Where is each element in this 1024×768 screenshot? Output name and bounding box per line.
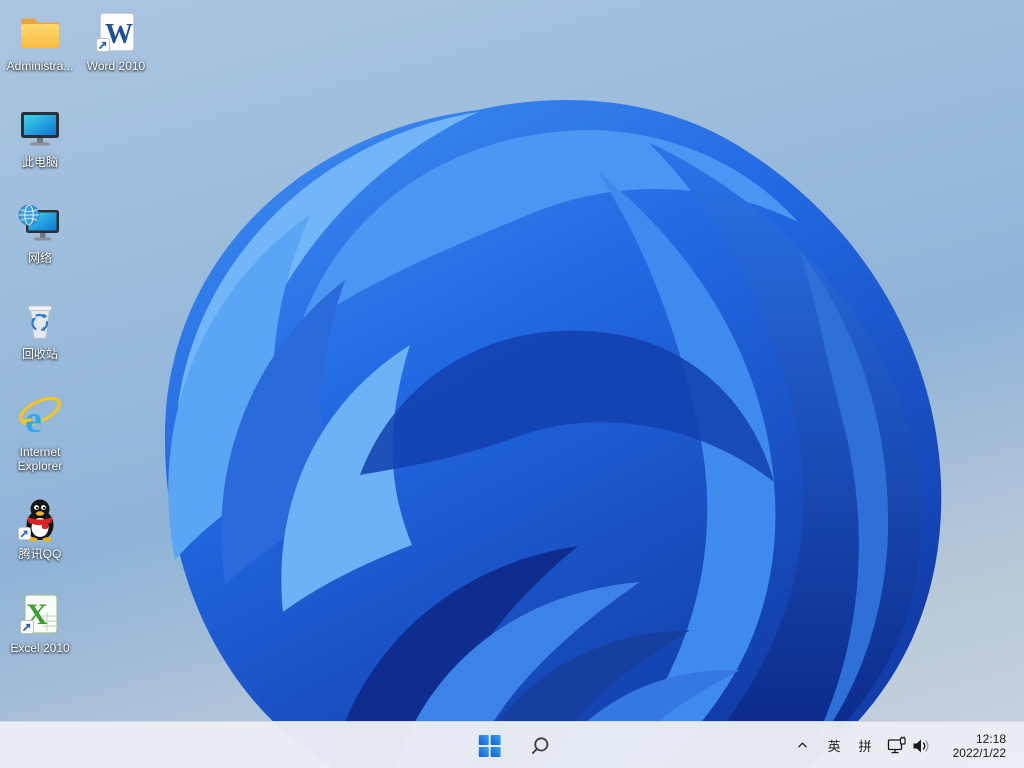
qq-penguin-icon xyxy=(18,499,54,542)
monitor-icon xyxy=(21,112,59,146)
icon-label: 网络 xyxy=(27,251,52,265)
icon-label: 回收站 xyxy=(21,347,58,361)
desktop-icon-internet-explorer[interactable]: e Internet Explorer xyxy=(2,394,78,473)
excel-icon: X xyxy=(20,594,58,634)
ime-language-button[interactable]: 英 xyxy=(819,726,850,766)
desktop-icon-administrator[interactable]: Administra... xyxy=(2,8,78,73)
desktop-icon-word-2010[interactable]: W Word 2010 xyxy=(78,8,154,73)
desktop-icon-excel-2010[interactable]: X Excel 2010 xyxy=(2,590,78,655)
search-icon xyxy=(531,736,549,754)
internet-explorer-icon: e xyxy=(19,396,61,441)
clock-time: 12:18 xyxy=(975,731,1006,746)
folder-icon xyxy=(21,18,59,48)
icon-label: Administra... xyxy=(6,59,74,73)
word-icon: W xyxy=(96,12,135,52)
speaker-volume-icon xyxy=(913,739,929,752)
icon-label: 此电脑 xyxy=(21,155,58,169)
desktop: Administra... W Word 2010 此电脑 网络 回收站 e I… xyxy=(0,0,1024,768)
tray-overflow-button[interactable] xyxy=(786,726,819,766)
icon-label: Internet Explorer xyxy=(17,445,63,473)
wallpaper-bloom xyxy=(164,100,942,768)
search-button[interactable] xyxy=(520,726,560,766)
taskbar: 英 拼 12:18 2022/1/22 xyxy=(0,721,1024,768)
desktop-icon-network[interactable]: 网络 xyxy=(2,200,78,265)
icon-label: Word 2010 xyxy=(86,59,146,73)
clock-date: 2022/1/22 xyxy=(952,745,1006,760)
ime-mode-button[interactable]: 拼 xyxy=(850,726,881,766)
start-button[interactable] xyxy=(470,726,510,766)
system-tray: 英 拼 12:18 2022/1/22 xyxy=(786,722,1024,768)
chevron-up-icon xyxy=(797,742,807,748)
icon-label: Excel 2010 xyxy=(10,641,70,655)
network-volume-flyout[interactable] xyxy=(881,726,939,766)
icon-label: 腾讯QQ xyxy=(18,547,62,561)
desktop-icon-recycle-bin[interactable]: 回收站 xyxy=(2,296,78,361)
ethernet-network-icon xyxy=(887,736,906,753)
clock[interactable]: 12:18 2022/1/22 xyxy=(949,728,1010,764)
recycle-bin-icon xyxy=(28,305,52,340)
desktop-icon-tencent-qq[interactable]: 腾讯QQ xyxy=(2,496,78,561)
windows-logo-icon xyxy=(478,734,501,757)
desktop-icon-this-pc[interactable]: 此电脑 xyxy=(2,104,78,169)
network-monitor-icon xyxy=(18,204,59,241)
